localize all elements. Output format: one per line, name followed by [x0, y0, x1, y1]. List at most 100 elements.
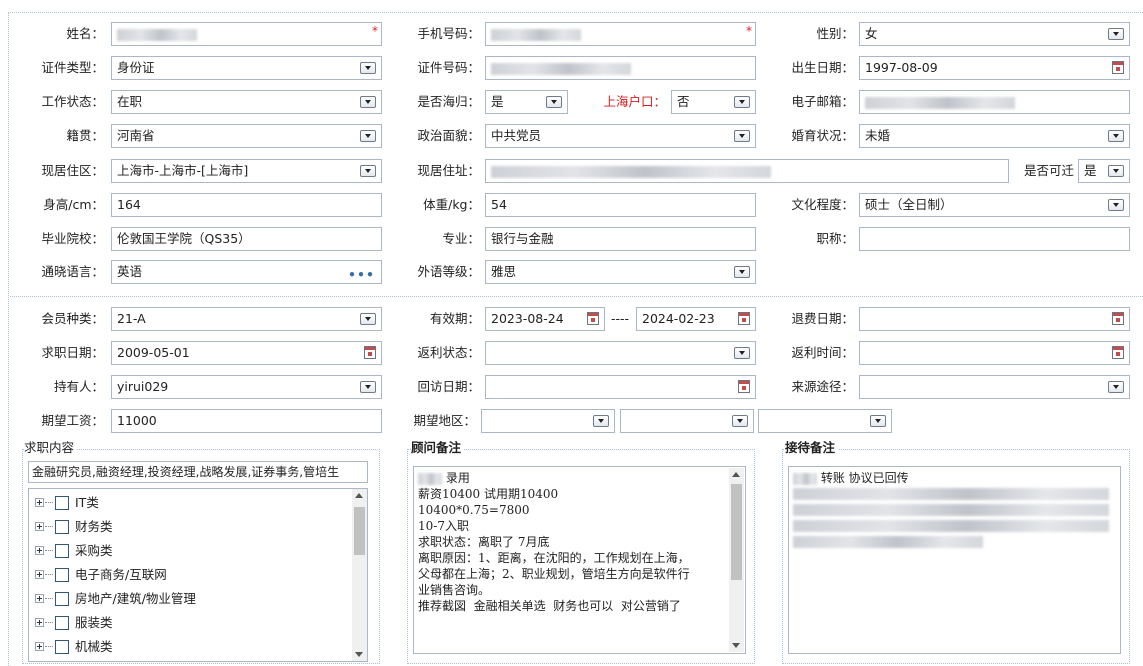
- region-city-select[interactable]: [620, 409, 754, 433]
- work-status-select[interactable]: 在职: [111, 90, 382, 114]
- dropdown-arrow-icon[interactable]: [360, 165, 376, 177]
- address-redacted: [491, 165, 771, 178]
- expand-icon[interactable]: [35, 522, 44, 531]
- gender-select[interactable]: 女: [859, 22, 1130, 46]
- holder-value: yirui029: [117, 379, 169, 394]
- language-level-select[interactable]: 雅思: [485, 260, 756, 284]
- scroll-down-icon[interactable]: [355, 652, 363, 657]
- title-input[interactable]: [859, 227, 1130, 251]
- dropdown-arrow-icon[interactable]: [1108, 199, 1124, 211]
- political-status-select[interactable]: 中共党员: [485, 124, 756, 148]
- major-input[interactable]: 银行与金融: [485, 227, 756, 251]
- refund-date-label: 退费日期：: [791, 311, 854, 326]
- rebate-status-select[interactable]: [485, 341, 756, 365]
- relocatable-select[interactable]: 是: [1078, 159, 1130, 183]
- dropdown-arrow-icon[interactable]: [593, 415, 609, 427]
- returnee-select[interactable]: 是: [485, 90, 568, 114]
- calendar-icon[interactable]: [1112, 312, 1124, 325]
- reception-notes-textarea[interactable]: 转账 协议已回传: [788, 466, 1121, 654]
- name-input[interactable]: *: [111, 22, 382, 46]
- dropdown-arrow-icon[interactable]: [360, 313, 376, 325]
- dropdown-arrow-icon[interactable]: [1108, 130, 1124, 142]
- dropdown-arrow-icon[interactable]: [1108, 381, 1124, 393]
- birth-date-input[interactable]: 1997-08-09: [859, 56, 1130, 80]
- school-value: 伦敦国王学院（QS35）: [117, 231, 251, 246]
- political-status-value: 中共党员: [491, 128, 542, 143]
- calendar-icon[interactable]: [1112, 346, 1124, 359]
- dropdown-arrow-icon[interactable]: [734, 266, 750, 278]
- scroll-up-icon[interactable]: [355, 493, 363, 498]
- more-options-button[interactable]: •••: [348, 264, 375, 283]
- region-province-select[interactable]: [481, 409, 615, 433]
- checkbox[interactable]: [55, 520, 69, 534]
- calendar-icon[interactable]: [587, 312, 599, 325]
- expand-icon[interactable]: [35, 546, 44, 555]
- dropdown-arrow-icon[interactable]: [870, 415, 886, 427]
- job-content-title: 求职内容: [24, 439, 78, 457]
- phone-input[interactable]: *: [485, 22, 756, 46]
- dropdown-arrow-icon[interactable]: [360, 130, 376, 142]
- expand-icon[interactable]: [35, 642, 44, 651]
- expand-icon[interactable]: [35, 498, 44, 507]
- shanghai-hukou-value: 否: [677, 94, 690, 109]
- shanghai-hukou-select[interactable]: 否: [671, 90, 756, 114]
- checkbox[interactable]: [55, 496, 69, 510]
- checkbox[interactable]: [55, 592, 69, 606]
- refund-date-input[interactable]: [859, 307, 1130, 331]
- rebate-time-input[interactable]: [859, 341, 1130, 365]
- dropdown-arrow-icon[interactable]: [360, 62, 376, 74]
- checkbox[interactable]: [55, 640, 69, 654]
- calendar-icon[interactable]: [738, 380, 750, 393]
- weight-input[interactable]: 54: [485, 193, 756, 217]
- dropdown-arrow-icon[interactable]: [360, 381, 376, 393]
- scroll-up-icon[interactable]: [732, 472, 740, 477]
- dropdown-arrow-icon[interactable]: [1108, 28, 1124, 40]
- checkbox[interactable]: [55, 544, 69, 558]
- expand-icon[interactable]: [35, 618, 44, 627]
- id-type-select[interactable]: 身份证: [111, 56, 382, 80]
- tree-scrollbar[interactable]: [352, 489, 367, 661]
- scroll-thumb[interactable]: [354, 507, 365, 555]
- job-category-tree[interactable]: IT类 财务类 采购类 电子商务/互联网 房地产/建筑/物业管理 服装类 机械类: [28, 488, 368, 662]
- holder-select[interactable]: yirui029: [111, 375, 382, 399]
- dropdown-arrow-icon[interactable]: [1108, 165, 1124, 177]
- id-number-input[interactable]: [485, 56, 756, 80]
- dropdown-arrow-icon[interactable]: [734, 130, 750, 142]
- notes-scrollbar[interactable]: [729, 468, 744, 652]
- visit-date-input[interactable]: [485, 375, 756, 399]
- expand-icon[interactable]: [35, 594, 44, 603]
- valid-start-input[interactable]: 2023-08-24: [485, 307, 605, 331]
- dropdown-arrow-icon[interactable]: [734, 347, 750, 359]
- source-select[interactable]: [859, 375, 1130, 399]
- calendar-icon[interactable]: [1112, 61, 1124, 74]
- scroll-down-icon[interactable]: [732, 643, 740, 648]
- region-district-select[interactable]: [758, 409, 892, 433]
- calendar-icon[interactable]: [738, 312, 750, 325]
- residence-address-input[interactable]: [485, 159, 1009, 183]
- job-content-summary[interactable]: 金融研究员,融资经理,投资经理,战略发展,证券事务,管培生: [28, 461, 368, 483]
- education-select[interactable]: 硕士（全日制）: [859, 193, 1130, 217]
- member-type-select[interactable]: 21-A: [111, 307, 382, 331]
- dropdown-arrow-icon[interactable]: [360, 96, 376, 108]
- consultant-notes-textarea[interactable]: 录用 薪资10400 试用期10400 10400*0.75=7800 10-7…: [413, 466, 746, 654]
- dropdown-arrow-icon[interactable]: [732, 415, 748, 427]
- calendar-icon[interactable]: [364, 346, 376, 359]
- email-input[interactable]: [859, 90, 1130, 114]
- native-place-select[interactable]: 河南省: [111, 124, 382, 148]
- residence-area-select[interactable]: 上海市-上海市-[上海市]: [111, 159, 382, 183]
- school-input[interactable]: 伦敦国王学院（QS35）: [111, 227, 382, 251]
- valid-end-input[interactable]: 2024-02-23: [636, 307, 756, 331]
- school-label: 毕业院校：: [41, 231, 104, 246]
- expected-salary-input[interactable]: 11000: [111, 409, 382, 433]
- language-input[interactable]: 英语 •••: [111, 260, 382, 284]
- marital-status-select[interactable]: 未婚: [859, 124, 1130, 148]
- checkbox[interactable]: [55, 568, 69, 582]
- job-seek-date-input[interactable]: 2009-05-01: [111, 341, 382, 365]
- expand-icon[interactable]: [35, 570, 44, 579]
- language-value: 英语: [117, 264, 143, 279]
- dropdown-arrow-icon[interactable]: [546, 96, 562, 108]
- scroll-thumb[interactable]: [731, 484, 742, 580]
- checkbox[interactable]: [55, 616, 69, 630]
- dropdown-arrow-icon[interactable]: [734, 96, 750, 108]
- height-input[interactable]: 164: [111, 193, 382, 217]
